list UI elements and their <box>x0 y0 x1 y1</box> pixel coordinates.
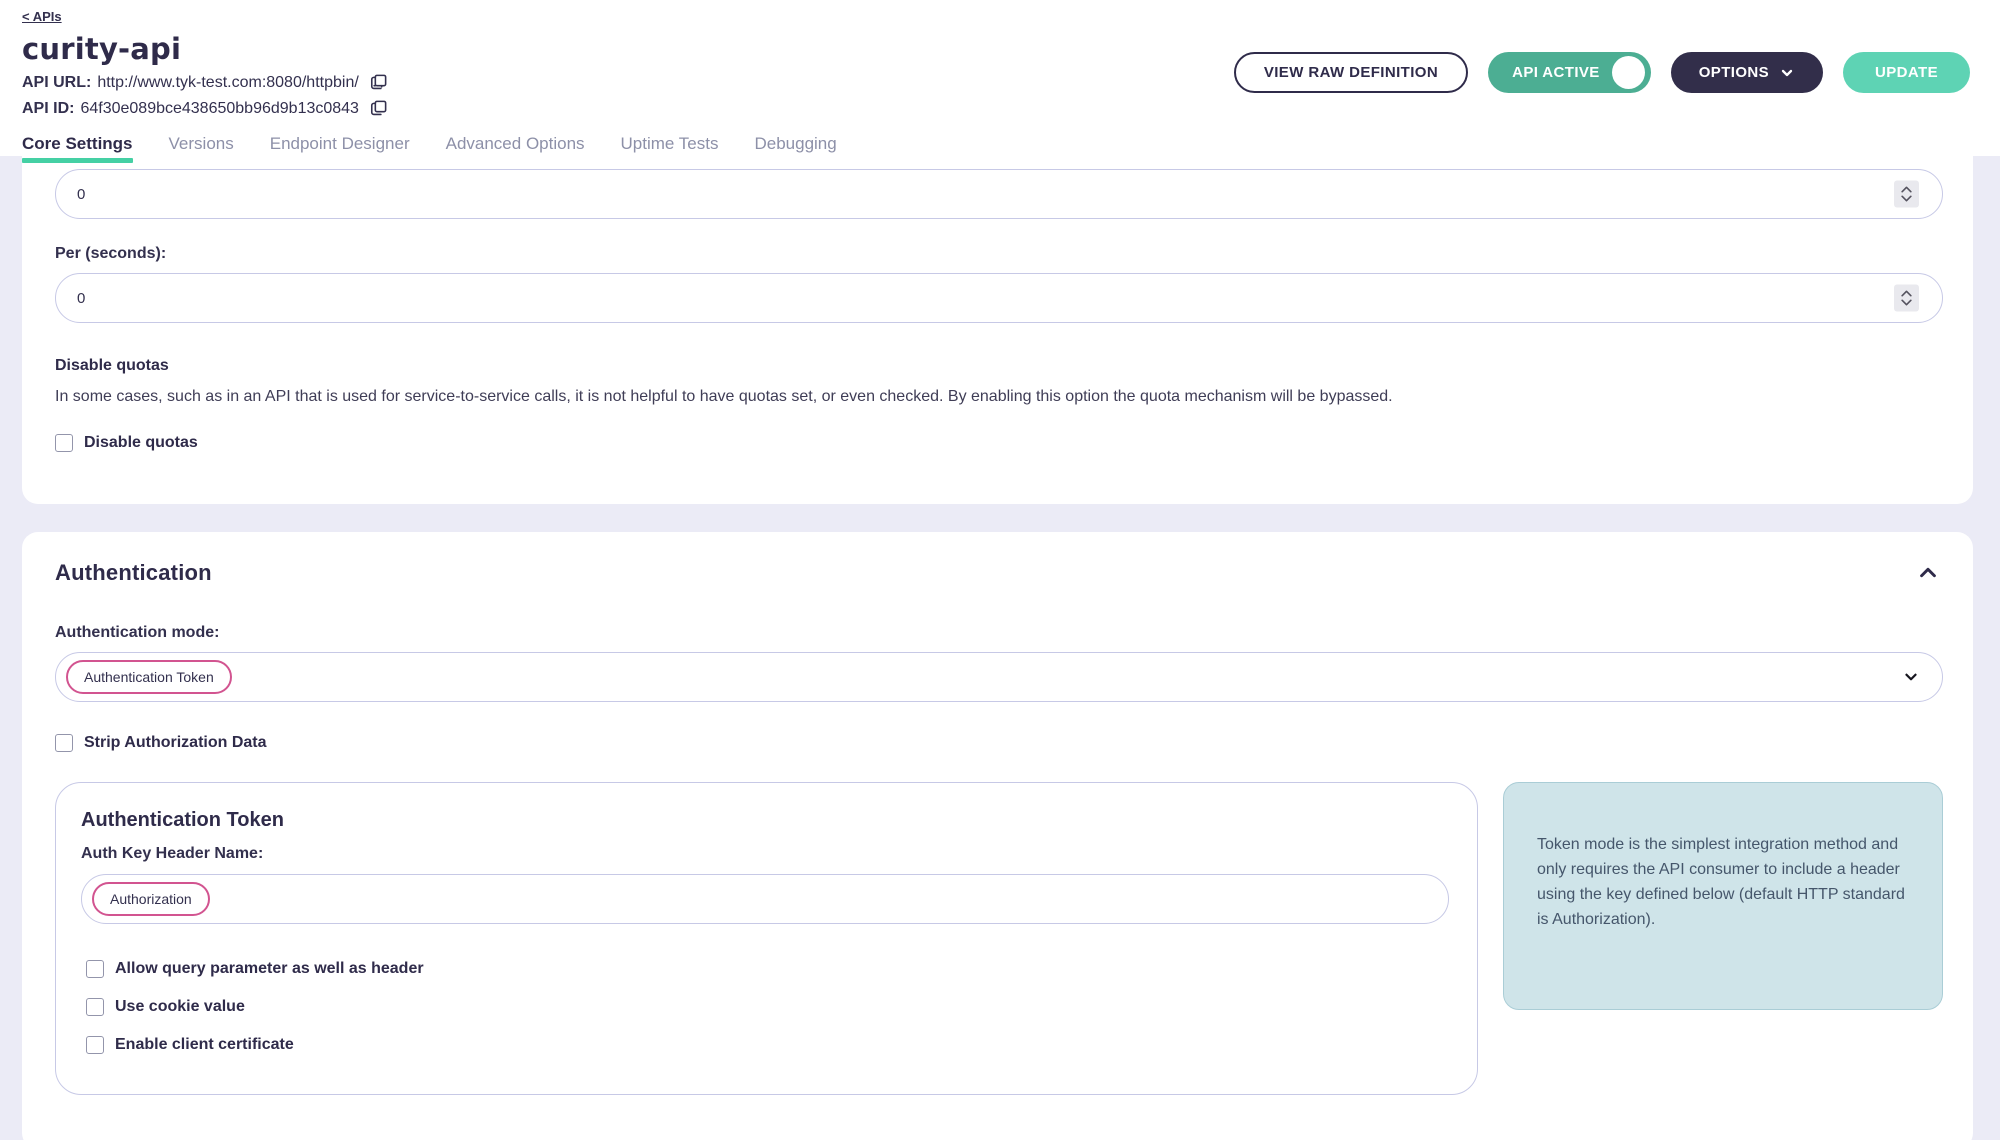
strip-authorization-row: Strip Authorization Data <box>55 734 1943 752</box>
update-button[interactable]: UPDATE <box>1843 52 1970 93</box>
allow-query-param-label: Allow query parameter as well as header <box>115 960 424 978</box>
rate-limit-card: Per (seconds): Disable quotas In some ca… <box>22 156 1973 504</box>
api-id-row: API ID: 64f30e089bce438650bb96d9b13c0843 <box>22 99 1970 118</box>
header: < APIs curity-api API URL: http://www.ty… <box>0 0 2000 156</box>
api-active-label: API ACTIVE <box>1512 64 1600 81</box>
back-to-apis-link[interactable]: < APIs <box>22 9 62 24</box>
token-configuration-row: Authentication Token Auth Key Header Nam… <box>55 782 1943 1095</box>
tab-uptime-tests[interactable]: Uptime Tests <box>621 134 719 163</box>
api-url-label: API URL: <box>22 74 91 92</box>
authentication-section-header: Authentication <box>55 558 1943 588</box>
tab-debugging[interactable]: Debugging <box>754 134 836 163</box>
use-cookie-value-label: Use cookie value <box>115 998 245 1016</box>
options-button[interactable]: OPTIONS <box>1671 52 1823 93</box>
api-id-label: API ID: <box>22 100 74 118</box>
copy-icon[interactable] <box>369 99 388 118</box>
chevron-down-icon <box>1779 65 1795 81</box>
chevron-down-icon <box>1902 668 1920 686</box>
disable-quotas-heading: Disable quotas <box>55 357 1943 375</box>
api-active-toggle[interactable]: API ACTIVE <box>1488 52 1651 93</box>
strip-authorization-checkbox[interactable] <box>55 734 73 752</box>
authentication-token-panel: Authentication Token Auth Key Header Nam… <box>55 782 1478 1095</box>
options-label: OPTIONS <box>1699 64 1769 81</box>
tab-core-settings[interactable]: Core Settings <box>22 134 133 163</box>
per-seconds-input[interactable] <box>55 273 1943 323</box>
auth-key-header-input-wrap: Authorization <box>81 874 1449 924</box>
enable-client-certificate-row: Enable client certificate <box>86 1036 1449 1054</box>
enable-client-certificate-checkbox[interactable] <box>86 1036 104 1054</box>
authentication-heading: Authentication <box>55 560 212 586</box>
auth-key-header-value: Authorization <box>92 882 210 916</box>
chevron-up-icon[interactable] <box>1913 558 1943 588</box>
strip-authorization-label: Strip Authorization Data <box>84 734 267 752</box>
tab-versions[interactable]: Versions <box>169 134 234 163</box>
auth-key-header-input[interactable]: Authorization <box>81 874 1449 924</box>
token-mode-info-box: Token mode is the simplest integration m… <box>1503 782 1943 1010</box>
authentication-mode-select[interactable]: Authentication Token <box>55 652 1943 702</box>
rate-input[interactable] <box>55 169 1943 219</box>
tab-bar: Core Settings Versions Endpoint Designer… <box>22 134 1970 163</box>
token-options: Allow query parameter as well as header … <box>81 960 1449 1054</box>
api-id-value: 64f30e089bce438650bb96d9b13c0843 <box>80 100 359 118</box>
api-url-value: http://www.tyk-test.com:8080/httpbin/ <box>97 74 358 92</box>
disable-quotas-description: In some cases, such as in an API that is… <box>55 386 1943 408</box>
allow-query-param-checkbox[interactable] <box>86 960 104 978</box>
header-actions: VIEW RAW DEFINITION API ACTIVE OPTIONS U… <box>1234 52 1970 93</box>
view-raw-definition-button[interactable]: VIEW RAW DEFINITION <box>1234 52 1468 93</box>
allow-query-param-row: Allow query parameter as well as header <box>86 960 1449 978</box>
enable-client-certificate-label: Enable client certificate <box>115 1036 294 1054</box>
authentication-card: Authentication Authentication mode: Auth… <box>22 532 1973 1140</box>
per-seconds-input-wrap <box>55 273 1943 323</box>
use-cookie-value-row: Use cookie value <box>86 998 1449 1016</box>
tab-advanced-options[interactable]: Advanced Options <box>446 134 585 163</box>
use-cookie-value-checkbox[interactable] <box>86 998 104 1016</box>
disable-quotas-row: Disable quotas <box>55 434 1943 452</box>
disable-quotas-checkbox-label: Disable quotas <box>84 434 198 452</box>
number-stepper-icon[interactable] <box>1894 181 1919 208</box>
authentication-token-heading: Authentication Token <box>81 809 1449 832</box>
auth-key-header-name-label: Auth Key Header Name: <box>81 845 1449 863</box>
rate-input-wrap <box>55 169 1943 219</box>
number-stepper-icon[interactable] <box>1894 285 1919 312</box>
page-content: Per (seconds): Disable quotas In some ca… <box>0 156 2000 1140</box>
toggle-knob <box>1612 56 1645 89</box>
copy-icon[interactable] <box>369 73 388 92</box>
tab-endpoint-designer[interactable]: Endpoint Designer <box>270 134 410 163</box>
per-seconds-label: Per (seconds): <box>55 245 1943 263</box>
authentication-mode-label: Authentication mode: <box>55 624 1943 642</box>
disable-quotas-checkbox[interactable] <box>55 434 73 452</box>
authentication-mode-value: Authentication Token <box>66 660 232 694</box>
